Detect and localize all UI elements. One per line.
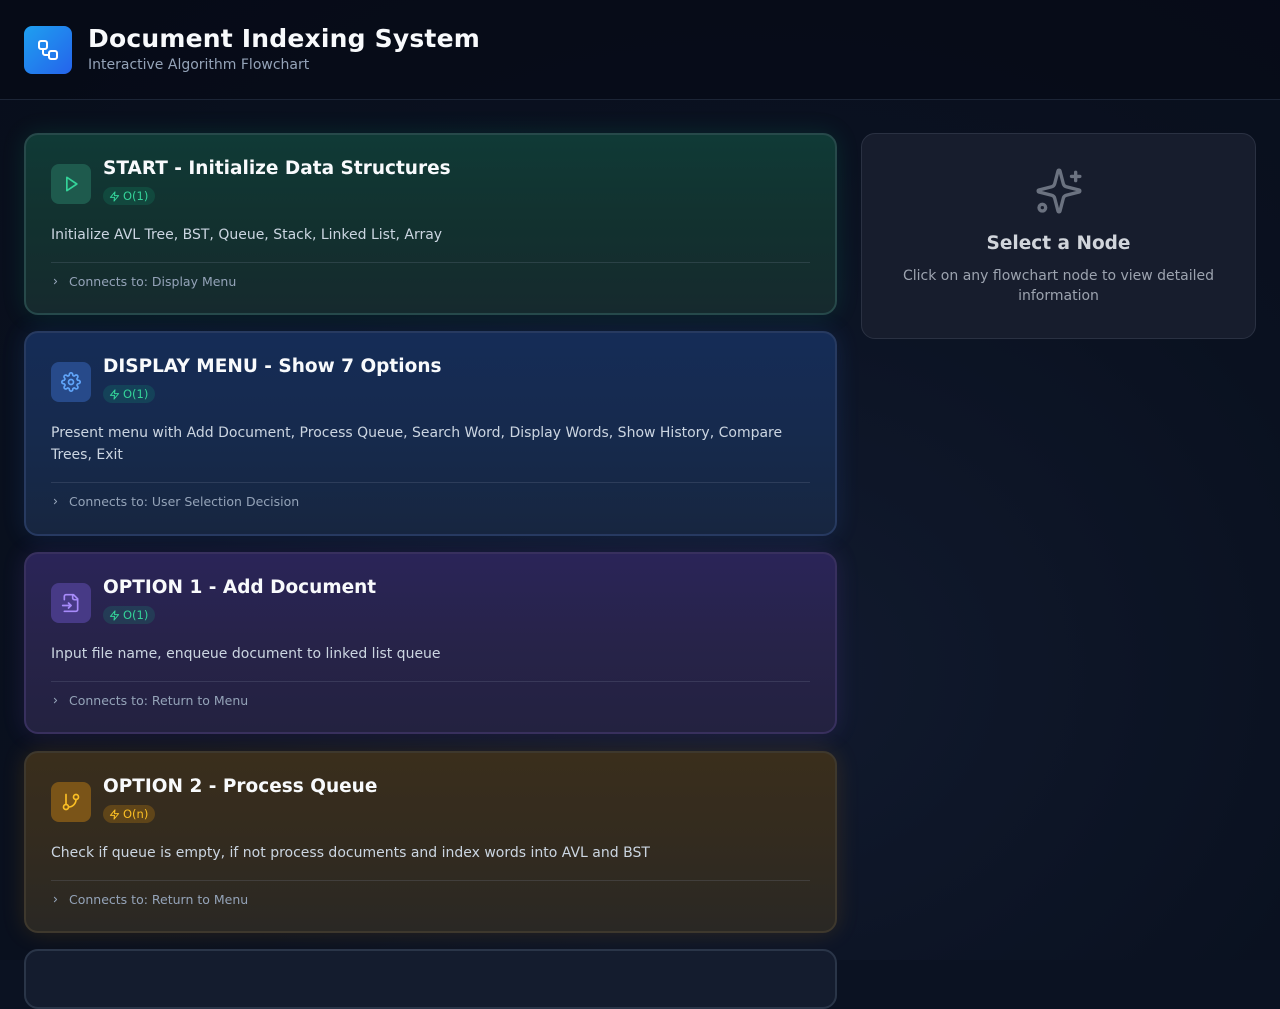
gear-icon bbox=[51, 362, 91, 402]
node-connection: Connects to: Return to Menu bbox=[51, 892, 810, 907]
panel-title: Select a Node bbox=[986, 233, 1131, 254]
node-connection: Connects to: Display Menu bbox=[51, 274, 810, 289]
flowchart-node-display-menu[interactable]: DISPLAY MENU - Show 7 Options O(1) Prese… bbox=[24, 331, 837, 536]
complexity-badge: O(1) bbox=[103, 187, 156, 205]
app-header: Document Indexing System Interactive Alg… bbox=[0, 0, 1280, 100]
app-title: Document Indexing System bbox=[88, 24, 480, 53]
workflow-icon bbox=[24, 26, 72, 74]
sparkles-icon bbox=[1034, 166, 1084, 220]
flowchart-node-add-document[interactable]: OPTION 1 - Add Document O(1) Input file … bbox=[24, 552, 837, 734]
connection-label: Connects to: User Selection Decision bbox=[69, 494, 300, 509]
chevron-right-icon bbox=[53, 896, 58, 903]
complexity-label: O(1) bbox=[123, 387, 149, 401]
complexity-badge: O(1) bbox=[103, 606, 156, 624]
node-divider bbox=[51, 681, 810, 682]
node-description: Initialize AVL Tree, BST, Queue, Stack, … bbox=[51, 227, 443, 243]
node-divider bbox=[51, 262, 810, 263]
zap-icon bbox=[109, 808, 120, 820]
node-description: Input file name, enqueue document to lin… bbox=[51, 646, 441, 662]
complexity-label: O(1) bbox=[123, 189, 149, 203]
panel-description: Click on any flowchart node to view deta… bbox=[903, 268, 1214, 304]
flowchart-node-process-queue[interactable]: OPTION 2 - Process Queue O(n) Check if q… bbox=[24, 751, 837, 933]
node-description: Present menu with Add Document, Process … bbox=[51, 425, 783, 463]
node-divider bbox=[51, 880, 810, 881]
node-title: START - Initialize Data Structures bbox=[103, 158, 451, 179]
connection-label: Connects to: Display Menu bbox=[69, 274, 237, 289]
node-detail-panel: Select a Node Click on any flowchart nod… bbox=[861, 133, 1256, 339]
zap-icon bbox=[109, 190, 120, 202]
node-description: Check if queue is empty, if not process … bbox=[51, 845, 650, 861]
git-branch-icon bbox=[51, 782, 91, 822]
chevron-right-icon bbox=[53, 278, 58, 285]
flowchart-node-next[interactable] bbox=[24, 949, 837, 1009]
complexity-badge: O(1) bbox=[103, 385, 156, 403]
app-subtitle: Interactive Algorithm Flowchart bbox=[88, 57, 310, 73]
play-icon bbox=[51, 164, 91, 204]
zap-icon bbox=[109, 388, 120, 400]
node-title: OPTION 2 - Process Queue bbox=[103, 776, 378, 797]
node-connection: Connects to: User Selection Decision bbox=[51, 494, 810, 509]
node-title: DISPLAY MENU - Show 7 Options bbox=[103, 356, 442, 377]
chevron-right-icon bbox=[53, 697, 58, 704]
node-title: OPTION 1 - Add Document bbox=[103, 577, 377, 598]
flowchart-node-start[interactable]: START - Initialize Data Structures O(1) … bbox=[24, 133, 837, 315]
connection-label: Connects to: Return to Menu bbox=[69, 693, 249, 708]
complexity-label: O(1) bbox=[123, 608, 149, 622]
complexity-badge: O(n) bbox=[103, 805, 156, 823]
chevron-right-icon bbox=[53, 498, 58, 505]
node-divider bbox=[51, 482, 810, 483]
node-connection: Connects to: Return to Menu bbox=[51, 693, 810, 708]
file-input-icon bbox=[51, 583, 91, 623]
complexity-label: O(n) bbox=[123, 807, 149, 821]
zap-icon bbox=[109, 609, 120, 621]
connection-label: Connects to: Return to Menu bbox=[69, 892, 249, 907]
